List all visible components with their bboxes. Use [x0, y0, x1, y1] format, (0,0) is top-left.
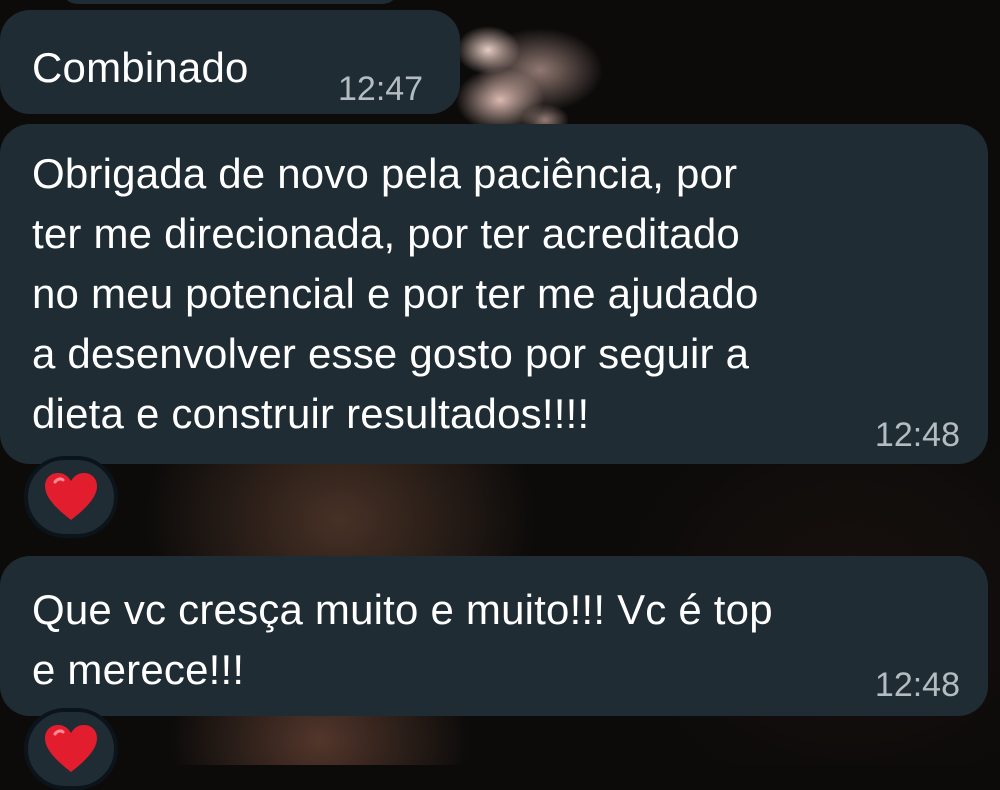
message-timestamp: 12:48 — [874, 666, 960, 704]
previous-message-bubble-edge — [60, 0, 400, 4]
message-text: Obrigada de novo pela paciência, por ter… — [32, 150, 759, 437]
reaction-badge[interactable] — [24, 456, 118, 538]
message-bubble[interactable]: Combinado 12:47 — [0, 10, 460, 114]
message-timestamp: 12:47 — [338, 70, 424, 108]
message-bubble[interactable]: Obrigada de novo pela paciência, por ter… — [0, 124, 988, 464]
heart-icon — [45, 473, 97, 520]
reaction-badge[interactable] — [24, 708, 118, 790]
message-text: Que vc cresça muito e muito!!! Vc é top … — [32, 586, 773, 693]
message-bubble[interactable]: Que vc cresça muito e muito!!! Vc é top … — [0, 556, 988, 716]
message-text: Combinado — [32, 44, 249, 91]
heart-icon — [45, 725, 97, 772]
message-timestamp: 12:48 — [874, 416, 960, 454]
